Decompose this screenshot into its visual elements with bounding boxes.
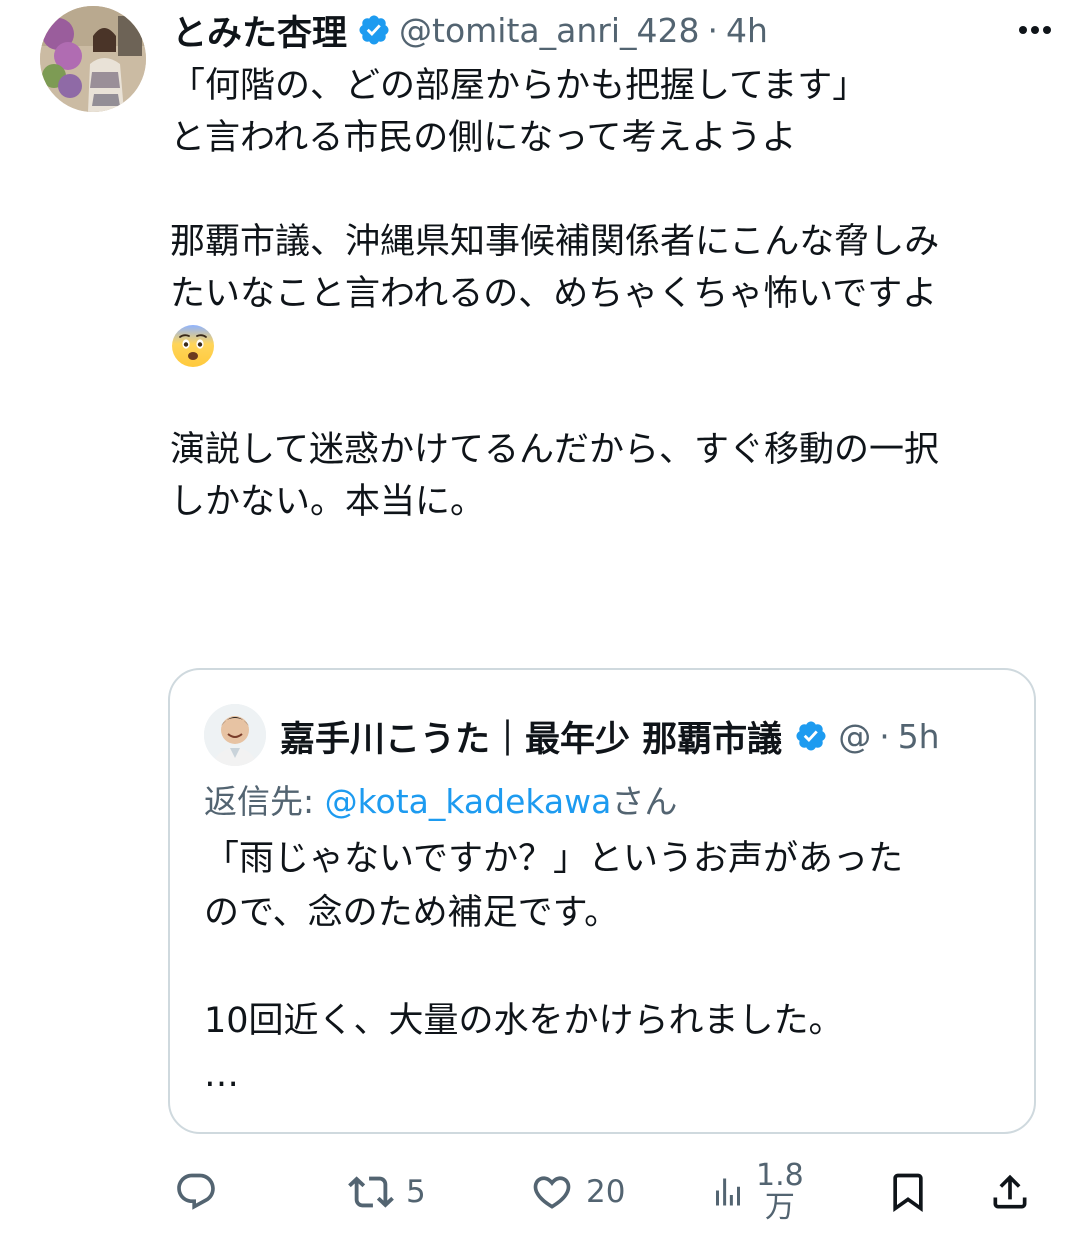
tweet-action-bar: 5 20 1.8 万 <box>170 1160 1040 1224</box>
fearful-face-emoji <box>170 320 1050 372</box>
share-button[interactable] <box>988 1160 1032 1224</box>
like-count: 20 <box>586 1174 626 1210</box>
reply-button[interactable] <box>174 1160 230 1224</box>
quoted-reply-context: 返信先: @kota_kadekawaさん <box>204 776 677 828</box>
tweet-header: とみた杏理 @tomita_anri_428 · 4h <box>172 4 1059 56</box>
reply-mention-link[interactable]: @kota_kadekawa <box>325 782 612 821</box>
retweet-button[interactable]: 5 <box>348 1160 426 1224</box>
tweet-text-line: と言われる市民の側になって考えようよ <box>170 118 797 158</box>
quoted-tweet-header: 嘉手川こうた｜最年少 那覇市議 @ · 5h <box>280 710 1010 762</box>
quoted-tweet-card[interactable]: 嘉手川こうた｜最年少 那覇市議 @ · 5h 返信先: @kota_kadeka… <box>168 668 1036 1134</box>
tweet-text-line: 那覇市議、沖縄県知事候補関係者にこんな脅しみ <box>170 222 940 262</box>
author-handle[interactable]: @tomita_anri_428 <box>399 11 699 50</box>
tweet-text-line: 演説して迷惑かけてるんだから、すぐ移動の一択 <box>170 430 939 470</box>
bookmark-button[interactable] <box>886 1160 930 1224</box>
quoted-separator: · <box>879 716 890 756</box>
tweet-text-line: たいなこと言われるの、めちゃくちゃ怖いですよ <box>170 274 938 314</box>
reply-prefix: 返信先: <box>204 782 325 821</box>
verified-badge-icon <box>359 15 389 45</box>
quoted-text-line: 10回近く、大量の水をかけられました。 <box>204 1001 844 1041</box>
quoted-tweet-text: 「雨じゃないですか？」というお声があった ので、念のため補足です。 10回近く、… <box>204 832 1024 1102</box>
quoted-author-avatar[interactable] <box>204 704 266 766</box>
views-count-unit: 万 <box>764 1190 795 1225</box>
quoted-timestamp[interactable]: 5h <box>898 717 940 756</box>
tweet-timestamp[interactable]: 4h <box>726 11 768 50</box>
views-count: 1.8 万 <box>756 1160 804 1224</box>
quoted-author-handle[interactable]: @ <box>838 717 871 756</box>
retweet-icon <box>348 1176 394 1208</box>
share-icon <box>993 1174 1027 1209</box>
reply-suffix: さん <box>611 782 678 821</box>
tweet-text-line: 「何階の、どの部屋からかも把握してます」 <box>170 66 868 106</box>
views-chart-icon <box>716 1178 740 1206</box>
tweet-text-blank <box>170 164 1050 216</box>
bookmark-icon <box>893 1173 923 1213</box>
quoted-text-line: 「雨じゃないですか？」というお声があった <box>204 839 903 879</box>
avatar-photo-image <box>40 6 146 112</box>
quoted-text-blank <box>204 940 1024 994</box>
header-separator: · <box>707 10 718 50</box>
author-avatar[interactable] <box>40 6 146 112</box>
tweet-text: 「何階の、どの部屋からかも把握してます」 と言われる市民の側になって考えようよ … <box>170 60 1050 528</box>
tweet-text-blank <box>170 372 1050 424</box>
quoted-text-ellipsis: … <box>204 1055 239 1095</box>
like-button[interactable]: 20 <box>530 1160 625 1224</box>
tweet-card[interactable]: とみた杏理 @tomita_anri_428 · 4h 「何階の、どの部屋からか… <box>0 0 1079 1251</box>
quoted-text-line: ので、念のため補足です。 <box>204 893 620 933</box>
quoted-author-display-name[interactable]: 嘉手川こうた｜最年少 那覇市議 <box>280 711 782 762</box>
views-count-number: 1.8 <box>756 1158 804 1193</box>
tweet-text-line: しかない。本当に。 <box>170 482 486 522</box>
author-display-name[interactable]: とみた杏理 <box>172 5 347 56</box>
verified-badge-icon <box>796 721 826 751</box>
reply-icon <box>177 1173 215 1210</box>
retweet-count: 5 <box>406 1174 426 1210</box>
heart-icon <box>533 1176 571 1209</box>
more-dots-icon[interactable] <box>1011 12 1059 48</box>
views-button[interactable]: 1.8 万 <box>710 1160 804 1224</box>
